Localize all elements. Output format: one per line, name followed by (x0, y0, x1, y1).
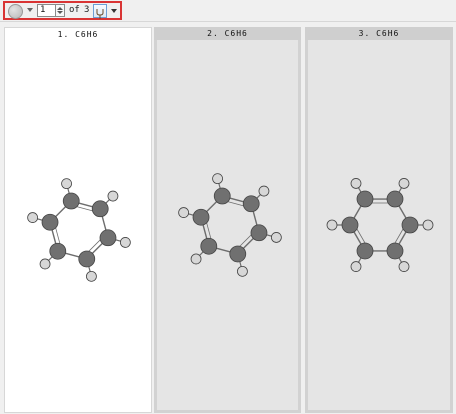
atom-sphere (386, 242, 404, 260)
spin-up-icon[interactable] (57, 7, 63, 10)
atom-sphere (326, 219, 338, 231)
molecule-panel-2[interactable]: 2. C6H6 (154, 27, 301, 413)
molecule-panel-1[interactable]: 1. C6H6 (4, 27, 152, 413)
atom-sphere (39, 258, 51, 270)
atom-sphere (190, 253, 202, 265)
atom-sphere (178, 207, 190, 218)
atom-sphere (398, 178, 410, 189)
atom-sphere (398, 261, 410, 272)
atom-sphere (422, 219, 434, 231)
of-label: of (69, 5, 80, 15)
atom-sphere (49, 242, 67, 260)
spin-down-icon[interactable] (57, 11, 63, 14)
atom-sphere (237, 265, 248, 277)
atom-sphere (270, 232, 282, 243)
panel-2-title: 2. C6H6 (154, 27, 301, 40)
atom-sphere (119, 237, 131, 248)
tool-dropdown-arrow-icon[interactable] (111, 9, 117, 13)
atom-sphere (356, 242, 374, 260)
atom-sphere (86, 270, 97, 282)
panel-3-title: 3. C6H6 (305, 27, 453, 40)
atom-sphere (212, 173, 223, 185)
atom-sphere (99, 229, 117, 247)
atom-sphere (250, 224, 268, 242)
atom-sphere (192, 208, 210, 226)
frame-spinner[interactable] (56, 4, 65, 17)
atom-sphere (41, 213, 59, 231)
atom-sphere (200, 237, 218, 255)
tuning-fork-icon (96, 9, 104, 19)
atom-sphere (242, 195, 260, 213)
atom-sphere (350, 261, 362, 272)
atom-sphere (229, 245, 247, 263)
benzene-molecule-view-3 (326, 178, 434, 272)
frame-number-input[interactable]: 1 (37, 4, 56, 17)
atom-sphere (27, 212, 39, 223)
atom-sphere (213, 187, 231, 205)
atom-sphere (62, 192, 80, 210)
atom-sphere (91, 200, 109, 218)
toolbar: 1 of 3 (0, 0, 456, 22)
panel-1-title: 1. C6H6 (5, 28, 151, 41)
atom-sphere (107, 190, 119, 202)
benzene-molecule-view-1 (27, 178, 131, 282)
atom-sphere (61, 178, 72, 190)
atom-sphere (350, 178, 362, 189)
molecule-panel-3[interactable]: 3. C6H6 (305, 27, 453, 413)
atom-sphere (258, 185, 270, 197)
tuning-fork-button[interactable] (93, 4, 107, 19)
dropdown-arrow-icon[interactable] (27, 8, 33, 12)
circle-button-icon[interactable] (8, 4, 23, 19)
atom-sphere (401, 216, 419, 234)
frame-navigation-group: 1 of 3 (3, 1, 122, 20)
benzene-molecule-view-2 (178, 173, 282, 277)
atom-sphere (78, 250, 96, 268)
atom-sphere (386, 190, 404, 208)
atom-sphere (341, 216, 359, 234)
atom-sphere (356, 190, 374, 208)
frame-total: 3 (84, 5, 90, 15)
